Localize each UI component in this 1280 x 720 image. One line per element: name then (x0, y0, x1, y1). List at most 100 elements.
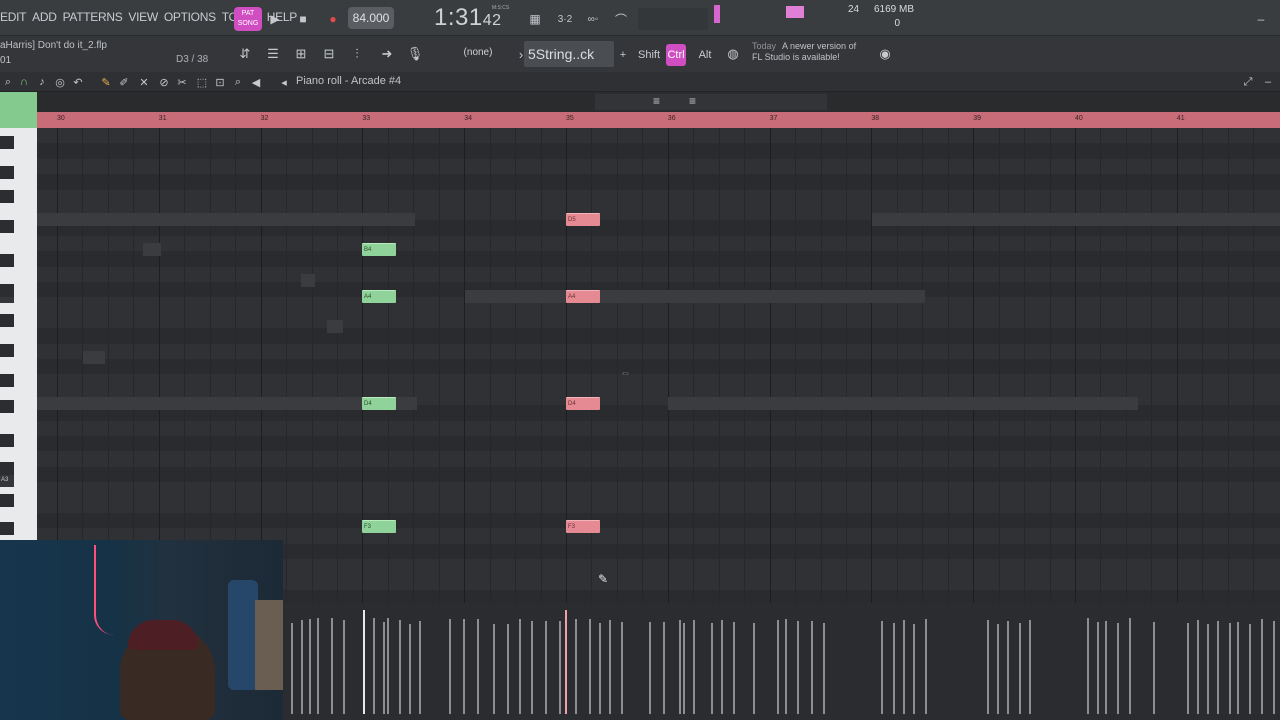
velocity-stem[interactable] (531, 621, 533, 714)
velocity-editor[interactable] (283, 603, 1280, 720)
velocity-stem[interactable] (987, 620, 989, 714)
loop-record-icon[interactable]: ∞◦ (584, 10, 602, 28)
velocity-stem[interactable] (777, 620, 779, 714)
zoom-box-icon[interactable]: ⊡ (212, 74, 228, 90)
velocity-stem[interactable] (609, 620, 611, 714)
velocity-stem[interactable] (1273, 621, 1275, 714)
menu-options[interactable]: OPTIONS (164, 10, 216, 24)
minimize-icon[interactable]: – (1252, 10, 1270, 28)
delete-icon[interactable]: ✕ (136, 74, 152, 90)
velocity-stem[interactable] (1129, 618, 1131, 714)
velocity-stem[interactable] (589, 619, 591, 714)
velocity-stem[interactable] (679, 620, 681, 714)
velocity-stem[interactable] (733, 622, 735, 714)
velocity-stem[interactable] (301, 620, 303, 714)
velocity-stem[interactable] (419, 621, 421, 714)
black-key[interactable] (0, 462, 14, 475)
velocity-stem[interactable] (903, 620, 905, 714)
add-preset-button[interactable]: + (616, 44, 630, 66)
velocity-stem[interactable] (317, 618, 319, 714)
black-key[interactable] (0, 254, 14, 267)
typing-keyboard-icon[interactable]: ▦ (526, 10, 544, 28)
velocity-stem[interactable] (409, 624, 411, 714)
velocity-stem[interactable] (893, 623, 895, 714)
velocity-stem[interactable] (683, 623, 685, 714)
news-panel[interactable]: Today A newer version of FL Studio is ava… (752, 41, 856, 63)
velocity-stem[interactable] (621, 622, 623, 714)
velocity-stem[interactable] (575, 619, 577, 714)
playlist-icon[interactable]: ☰ (262, 44, 284, 64)
velocity-stem[interactable] (1229, 623, 1231, 714)
black-key[interactable] (0, 374, 14, 387)
black-key[interactable] (0, 284, 14, 297)
velocity-stem[interactable] (363, 610, 365, 714)
pat-song-toggle[interactable]: PAT SONG (234, 7, 262, 31)
note-d4[interactable]: D4 (362, 397, 396, 410)
black-key[interactable] (0, 190, 14, 203)
piano-keyboard[interactable]: A4 A3 (0, 128, 37, 540)
menu-edit[interactable]: EDIT (0, 10, 26, 24)
black-key[interactable] (0, 314, 14, 327)
velocity-stem[interactable] (693, 620, 695, 714)
menu-patterns[interactable]: PATTERNS (63, 10, 123, 24)
snap-magnet-icon[interactable]: ∩ (16, 74, 32, 90)
note-a4[interactable]: A4 (566, 290, 600, 303)
mute-icon[interactable]: ⊘ (156, 74, 172, 90)
velocity-stem[interactable] (753, 623, 755, 714)
note-d4[interactable]: D4 (566, 397, 600, 410)
black-key[interactable] (0, 166, 14, 179)
magnet-icon[interactable]: ⌕ (0, 74, 16, 90)
velocity-stem[interactable] (663, 622, 665, 714)
ctrl-key-button[interactable]: Ctrl (666, 44, 686, 66)
velocity-stem[interactable] (1187, 623, 1189, 714)
velocity-stem[interactable] (545, 621, 547, 714)
velocity-stem[interactable] (1117, 623, 1119, 714)
note-f3[interactable]: F3 (362, 520, 396, 533)
stop-button[interactable]: ■ (294, 10, 312, 28)
metronome-icon[interactable]: ⌒ (612, 10, 630, 28)
horizontal-scroll-thumb[interactable]: ≡ ≡ (595, 94, 827, 110)
velocity-stem[interactable] (373, 618, 375, 714)
velocity-stem[interactable] (711, 623, 713, 714)
velocity-stem[interactable] (565, 610, 567, 714)
tempo-display[interactable]: 84.000 (348, 7, 394, 29)
black-key[interactable] (0, 136, 14, 149)
velocity-stem[interactable] (811, 621, 813, 714)
black-key[interactable] (0, 344, 14, 357)
black-key[interactable] (0, 494, 14, 507)
timeline-ruler[interactable]: 30 31 32 33 34 35 36 37 38 39 40 41 (37, 112, 1280, 128)
note-icon[interactable]: ♪ (34, 74, 50, 90)
velocity-stem[interactable] (291, 623, 293, 714)
globe-icon[interactable]: ◉ (874, 44, 896, 64)
velocity-stem[interactable] (1105, 621, 1107, 714)
velocity-stem[interactable] (1261, 619, 1263, 714)
velocity-stem[interactable] (1087, 618, 1089, 714)
zoom-icon[interactable]: ⌕ (230, 74, 246, 90)
black-key[interactable] (0, 522, 14, 535)
channel-select[interactable]: (none) (447, 45, 509, 61)
velocity-stem[interactable] (1217, 621, 1219, 714)
shift-key-button[interactable]: Shift (636, 44, 662, 66)
master-volume-slider[interactable] (714, 5, 720, 23)
velocity-stem[interactable] (881, 621, 883, 714)
speaker-icon[interactable]: ◀ (248, 74, 264, 90)
arrow-right-icon[interactable]: ➜ (376, 44, 398, 64)
velocity-stem[interactable] (309, 619, 311, 714)
brush-icon[interactable]: ✐ (116, 74, 132, 90)
close-icon[interactable]: – (1260, 74, 1276, 90)
slice-icon[interactable]: ✂ (174, 74, 190, 90)
velocity-stem[interactable] (913, 624, 915, 714)
velocity-stem[interactable] (493, 624, 495, 714)
velocity-stem[interactable] (1153, 622, 1155, 714)
velocity-stem[interactable] (477, 619, 479, 714)
menu-add[interactable]: ADD (32, 10, 57, 24)
channel-rack-icon[interactable]: ⊟ (318, 44, 340, 64)
velocity-stem[interactable] (785, 619, 787, 714)
alt-key-button[interactable]: Alt (694, 44, 716, 66)
black-key[interactable] (0, 220, 14, 233)
piano-roll-icon[interactable]: ⊞ (290, 44, 312, 64)
velocity-stem[interactable] (383, 622, 385, 714)
microphone-icon[interactable]: 🎙 (404, 44, 426, 64)
velocity-stem[interactable] (399, 620, 401, 714)
black-key[interactable] (0, 434, 14, 447)
